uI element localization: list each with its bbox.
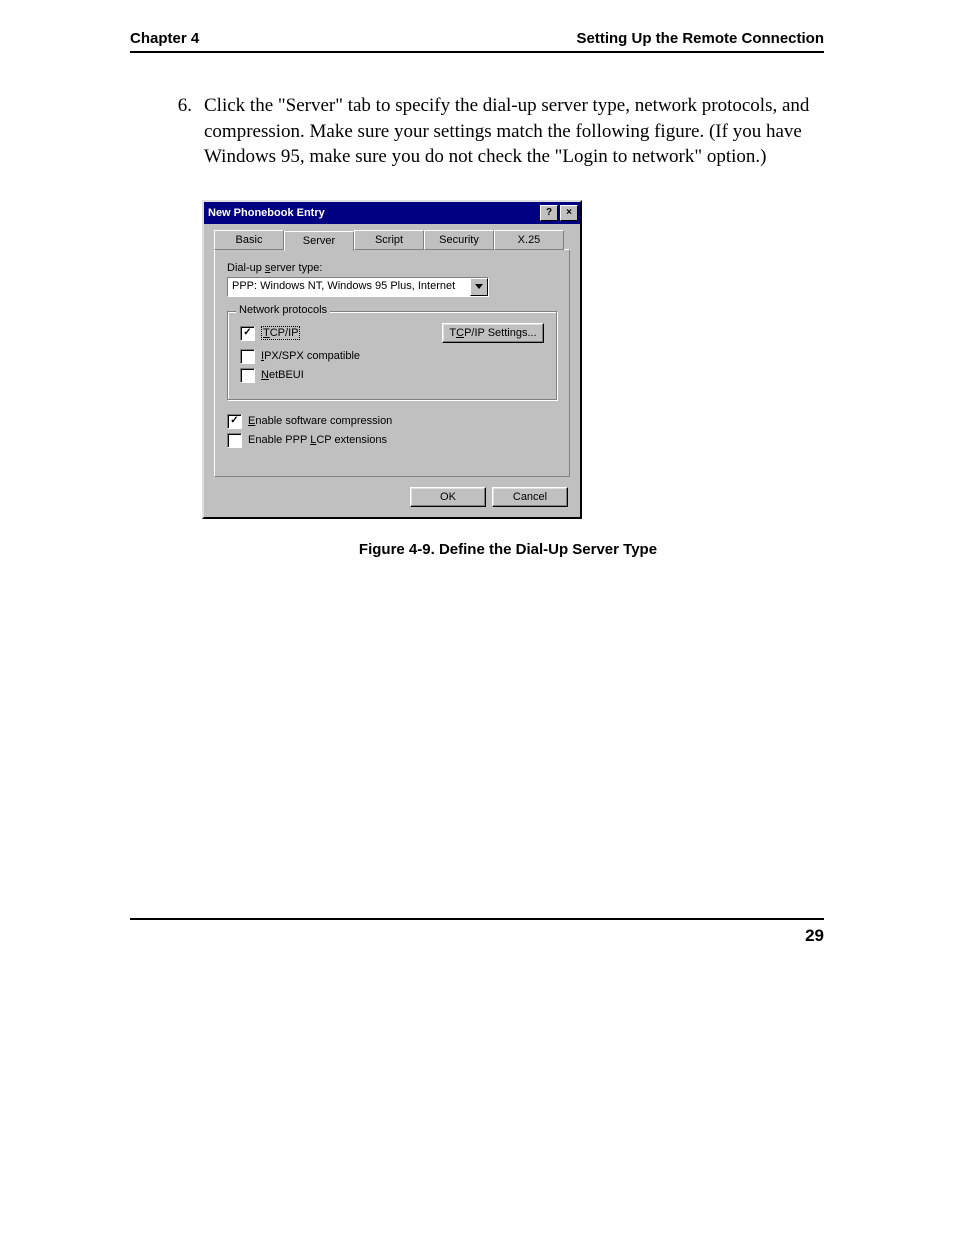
software-compression-label: Enable software compression [248,415,392,427]
cancel-button[interactable]: Cancel [492,487,568,507]
lcp-extensions-label: Enable PPP LCP extensions [248,434,387,446]
tab-basic[interactable]: Basic [214,230,284,250]
step-number: 6. [130,93,204,170]
tab-x25[interactable]: X.25 [494,230,564,250]
help-button[interactable]: ? [540,205,558,221]
dialog-titlebar[interactable]: New Phonebook Entry ? × [204,202,580,224]
figure-caption: Figure 4-9. Define the Dial-Up Server Ty… [192,541,824,558]
server-type-value: PPP: Windows NT, Windows 95 Plus, Intern… [228,278,470,296]
header-right: Setting Up the Remote Connection [577,30,825,47]
dialog-new-phonebook-entry: New Phonebook Entry ? × Basic Server Scr… [202,200,582,519]
ipxspx-label: IPX/SPX compatible [261,350,360,362]
tcpip-checkbox[interactable] [240,326,255,341]
tcpip-settings-button[interactable]: TCP/IP Settings... [442,323,544,343]
tcpip-label: TCP/IP [261,327,300,339]
lcp-extensions-checkbox[interactable] [227,433,242,448]
header-left: Chapter 4 [130,30,199,47]
network-protocols-group: Network protocols TCP/IP [227,311,557,400]
server-type-label: Dial-up server type: [227,262,557,274]
page-number: 29 [805,926,824,945]
server-type-combo[interactable]: PPP: Windows NT, Windows 95 Plus, Intern… [227,277,489,297]
dialog-title: New Phonebook Entry [208,207,538,219]
tab-script[interactable]: Script [354,230,424,250]
netbeui-label: NetBEUI [261,369,304,381]
netbeui-checkbox[interactable] [240,368,255,383]
ok-button[interactable]: OK [410,487,486,507]
close-button[interactable]: × [560,205,578,221]
step-text: Click the "Server" tab to specify the di… [204,93,824,170]
group-legend: Network protocols [236,304,330,316]
dropdown-icon[interactable] [470,278,488,296]
tab-security[interactable]: Security [424,230,494,250]
tab-server[interactable]: Server [284,231,354,251]
software-compression-checkbox[interactable] [227,414,242,429]
tab-panel-server: Dial-up server type: PPP: Windows NT, Wi… [214,249,570,477]
ipxspx-checkbox[interactable] [240,349,255,364]
